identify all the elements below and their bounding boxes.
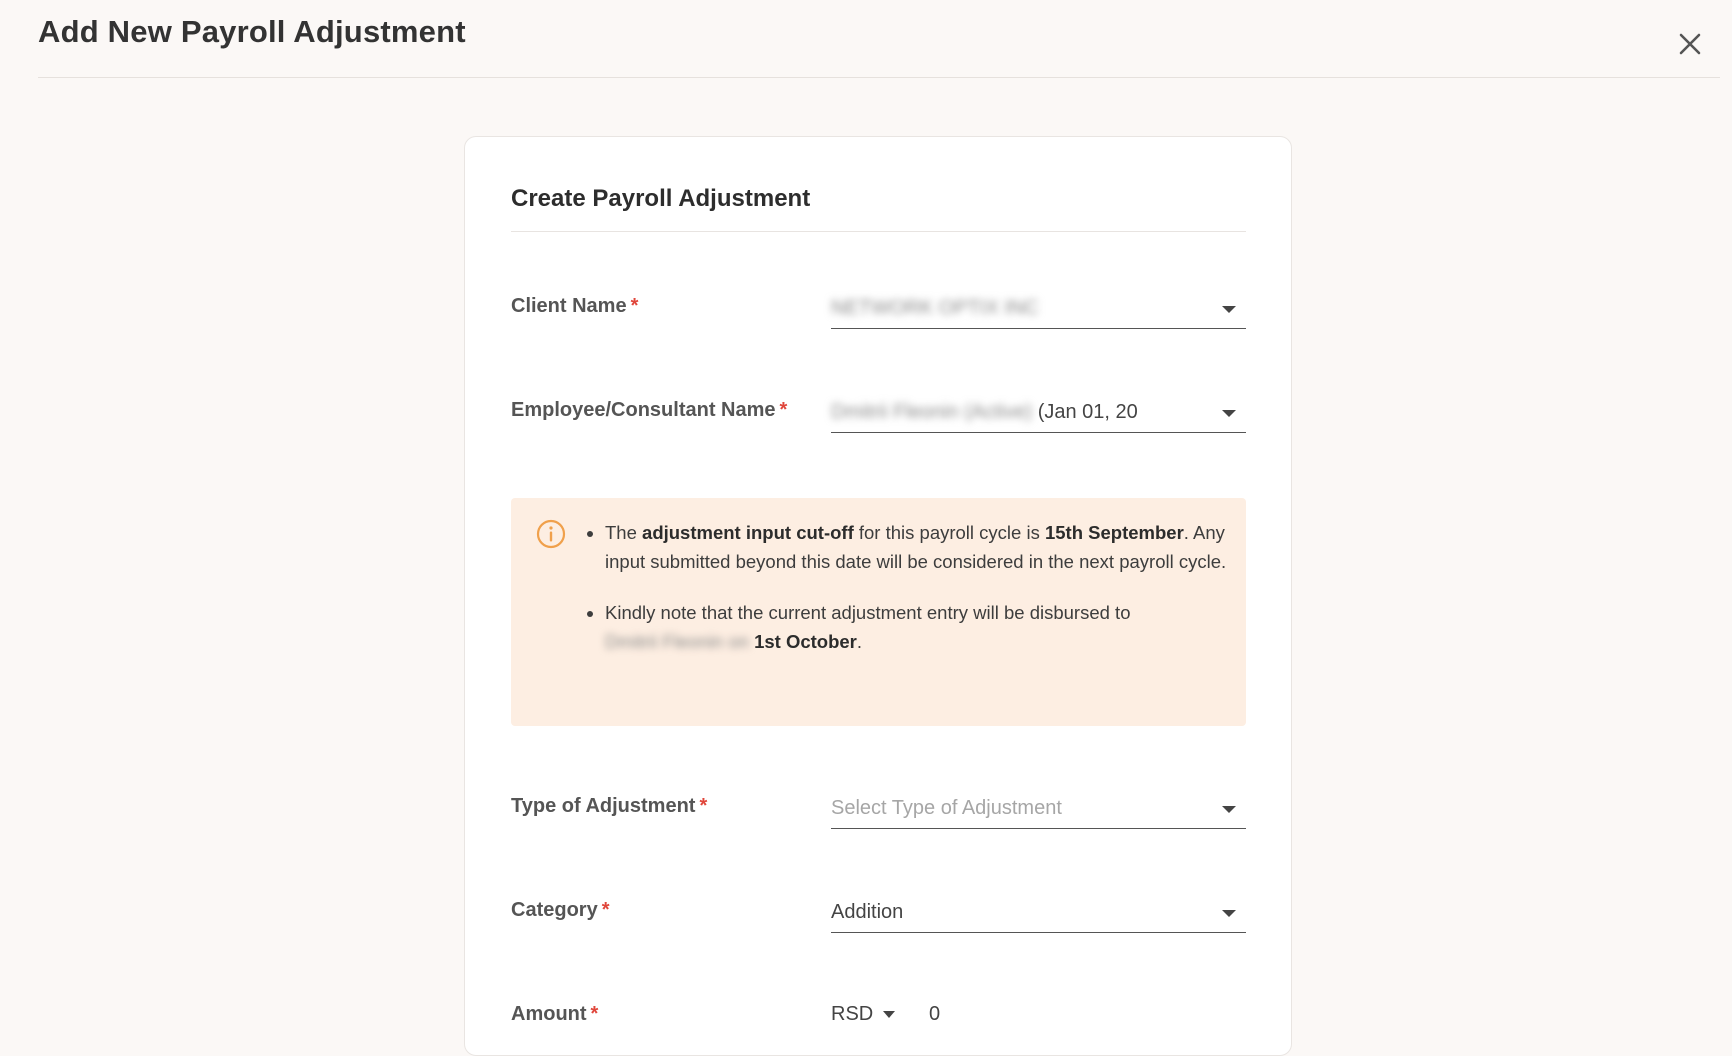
notice-item-cutoff: The adjustment input cut-off for this pa…	[605, 518, 1245, 576]
client-name-select[interactable]: NETWORK OPTIX INC	[831, 289, 1246, 329]
amount-input[interactable]: 0	[929, 1003, 1129, 1026]
employee-name-value: Dmitrii Fleonin (Active) (Jan 01, 20	[831, 401, 1138, 423]
amount-label: Amount *	[511, 1003, 599, 1025]
employee-name-select[interactable]: Dmitrii Fleonin (Active) (Jan 01, 20	[831, 393, 1246, 433]
header-divider	[38, 77, 1720, 78]
required-marker: *	[779, 399, 788, 421]
category-value: Addition	[831, 901, 904, 923]
category-label: Category *	[511, 899, 610, 921]
chevron-down-icon[interactable]	[1222, 306, 1236, 313]
client-name-label: Client Name *	[511, 295, 639, 317]
notice-item-disbursal: Kindly note that the current adjustment …	[605, 598, 1245, 656]
type-of-adjustment-placeholder: Select Type of Adjustment	[831, 797, 1062, 819]
required-marker: *	[601, 899, 610, 921]
card-divider	[511, 231, 1246, 232]
required-marker: *	[590, 1003, 599, 1025]
card-title: Create Payroll Adjustment	[511, 185, 811, 212]
cutoff-notice: The adjustment input cut-off for this pa…	[511, 498, 1246, 726]
type-of-adjustment-select[interactable]: Select Type of Adjustment	[831, 789, 1246, 829]
create-adjustment-card: Create Payroll Adjustment Client Name * N…	[464, 136, 1292, 1056]
page-title: Add New Payroll Adjustment	[38, 14, 466, 49]
required-marker: *	[630, 295, 639, 317]
required-marker: *	[699, 795, 708, 817]
info-icon	[536, 519, 566, 549]
client-name-value: NETWORK OPTIX INC	[831, 297, 1039, 319]
chevron-down-icon[interactable]	[1222, 410, 1236, 417]
currency-select[interactable]: RSD	[831, 1003, 896, 1026]
close-button[interactable]	[1672, 26, 1708, 62]
category-select[interactable]: Addition	[831, 893, 1246, 933]
chevron-down-icon[interactable]	[1222, 910, 1236, 917]
employee-name-label: Employee/Consultant Name *	[511, 399, 788, 421]
close-icon[interactable]	[1672, 26, 1708, 62]
chevron-down-icon[interactable]	[883, 1011, 896, 1019]
chevron-down-icon[interactable]	[1222, 806, 1236, 813]
type-of-adjustment-label: Type of Adjustment *	[511, 795, 708, 817]
notice-list: The adjustment input cut-off for this pa…	[579, 518, 1245, 678]
